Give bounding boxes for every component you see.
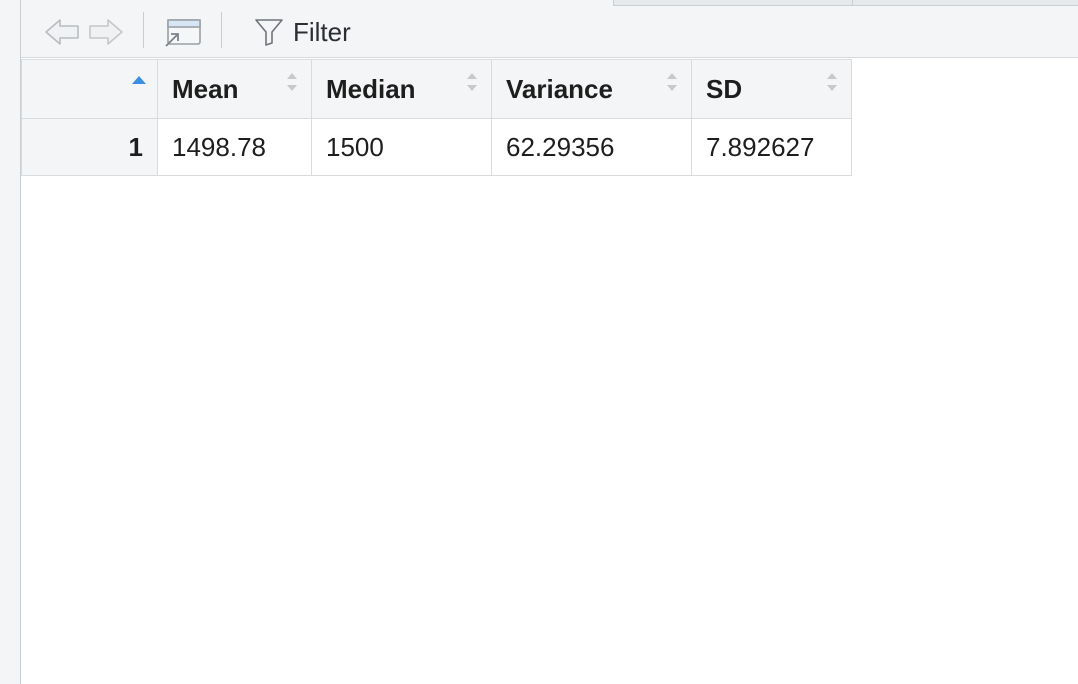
- column-header-median[interactable]: Median: [311, 59, 492, 119]
- table-cell[interactable]: 7.892627: [691, 118, 852, 176]
- viewer-toolbar: Filter: [21, 6, 1078, 58]
- funnel-icon: [255, 19, 283, 46]
- filter-button[interactable]: Filter: [249, 16, 355, 48]
- arrow-left-icon: [45, 19, 79, 45]
- column-header-label: Variance: [506, 74, 613, 104]
- table-cell[interactable]: 1498.78: [157, 118, 312, 176]
- sort-toggle-icon: [827, 73, 837, 91]
- filter-label: Filter: [293, 16, 351, 47]
- popout-button[interactable]: [161, 16, 205, 48]
- toolbar-separator: [143, 12, 144, 48]
- tab-divider: [852, 0, 853, 5]
- table-cell[interactable]: 1500: [311, 118, 492, 176]
- cell-value-sd: 7.892627: [706, 131, 815, 162]
- cell-value-mean: 1498.78: [172, 131, 266, 162]
- toolbar-separator: [221, 12, 222, 48]
- header-row: Mean Median Variance SD: [21, 59, 852, 119]
- cell-value-median: 1500: [326, 131, 384, 162]
- arrow-right-icon: [89, 19, 123, 45]
- column-header-mean[interactable]: Mean: [157, 59, 312, 119]
- popout-window-icon: [165, 19, 201, 47]
- row-index-cell: 1: [21, 118, 158, 176]
- sort-ascending-icon: [132, 76, 146, 84]
- row-index-header[interactable]: [21, 59, 158, 119]
- back-button[interactable]: [41, 16, 83, 48]
- table-cell[interactable]: 62.29356: [491, 118, 692, 176]
- sort-toggle-icon: [467, 73, 477, 91]
- data-viewer-pane: Filter Mean Median Variance SD 1 1498.78…: [20, 0, 1078, 684]
- table-row: 1 1498.78 1500 62.29356 7.892627: [21, 118, 852, 176]
- column-header-sd[interactable]: SD: [691, 59, 852, 119]
- sort-toggle-icon: [667, 73, 677, 91]
- column-header-variance[interactable]: Variance: [491, 59, 692, 119]
- sort-toggle-icon: [287, 73, 297, 91]
- cell-value-variance: 62.29356: [506, 131, 615, 162]
- forward-button[interactable]: [85, 16, 127, 48]
- data-table: Mean Median Variance SD 1 1498.78 1500 6…: [21, 59, 852, 176]
